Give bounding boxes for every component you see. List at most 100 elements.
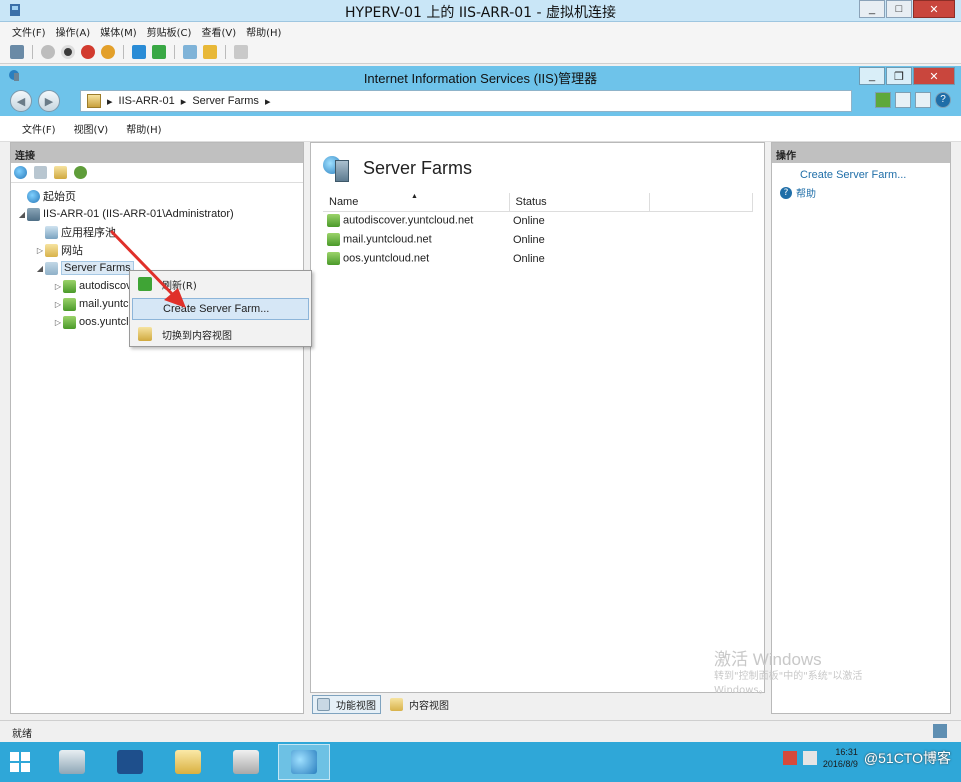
revert-icon[interactable] (203, 44, 217, 59)
address-segment-server[interactable]: IIS-ARR-01 (119, 95, 175, 107)
tree-item-label: 应用程序池 (61, 227, 116, 239)
table-cell-status: Online (513, 233, 545, 246)
settings-icon (233, 750, 259, 774)
toolbar-separator (123, 44, 124, 59)
iis-restore-button[interactable]: ❐ (886, 67, 912, 85)
cut-icon[interactable] (895, 92, 911, 108)
address-separator: ▸ (264, 95, 271, 108)
vm-menu-help[interactable]: 帮助(H) (246, 24, 281, 39)
context-menu-refresh[interactable]: 刷新(R) (132, 273, 309, 295)
create-connection-icon[interactable] (14, 166, 27, 179)
table-cell-status: Online (513, 252, 545, 265)
vm-restore-button[interactable]: □ (886, 0, 912, 18)
vm-menu-media[interactable]: 媒体(M) (100, 24, 136, 39)
connections-header: 连接 (11, 143, 303, 163)
context-menu-switch-content-view[interactable]: 切换到内容视图 (132, 323, 309, 345)
ctrl-alt-del-icon[interactable] (10, 44, 24, 59)
vm-menu-file[interactable]: 文件(F) (12, 24, 46, 39)
table-cell-empty (649, 211, 753, 230)
create-server-farm-action[interactable]: Create Server Farm... (772, 163, 950, 181)
table-header-row: Name Status (323, 193, 753, 212)
address-segment-server-farms[interactable]: Server Farms (192, 95, 259, 107)
context-menu-label: Create Server Farm... (163, 303, 270, 315)
server-farms-table: Name Status autodiscover.yuntcloud.net O… (323, 193, 753, 268)
refresh-nav-icon[interactable] (915, 92, 931, 108)
resume-icon[interactable] (152, 44, 166, 59)
vm-menu-view[interactable]: 查看(V) (201, 24, 236, 39)
tray-clock[interactable]: 16:31 2016/8/9 (823, 746, 858, 770)
farm-icon (327, 233, 340, 246)
vm-menu-action[interactable]: 操作(A) (56, 24, 91, 39)
enhanced-session-icon[interactable] (234, 44, 248, 59)
tab-features-view[interactable]: 功能视图 (312, 694, 381, 714)
back-button[interactable]: ◀ (10, 90, 32, 112)
shutdown-icon[interactable] (81, 44, 95, 59)
iis-window-title: Internet Information Services (IIS)管理器 (363, 71, 598, 86)
save-state-icon[interactable] (101, 44, 115, 59)
help-nav-icon[interactable]: ? (935, 92, 951, 108)
status-bar: 就绪 (0, 720, 961, 742)
clock-date: 2016/8/9 (822, 759, 858, 769)
iis-menu-view[interactable]: 视图(V) (74, 121, 109, 136)
expand-arrow-icon[interactable]: ▷ (53, 282, 63, 291)
tree-item-app-pools[interactable]: 应用程序池 (11, 223, 303, 241)
taskbar-iis-manager[interactable] (278, 744, 330, 780)
context-menu-label: 刷新(R) (162, 280, 197, 292)
table-row[interactable]: oos.yuntcloud.net Online (323, 249, 753, 268)
iis-minimize-button[interactable]: _ (859, 67, 885, 85)
taskbar-settings[interactable] (220, 744, 272, 780)
vm-menu-clipboard[interactable]: 剪贴板(C) (147, 24, 192, 39)
farm-name: oos.yuntcloud.net (343, 252, 430, 265)
column-header-status[interactable]: Status (509, 193, 650, 212)
tree-item-label: IIS-ARR-01 (IIS-ARR-01\Administrator) (43, 208, 234, 220)
connect-icon[interactable] (875, 92, 891, 108)
table-row[interactable]: autodiscover.yuntcloud.net Online (323, 211, 753, 230)
start-button[interactable] (0, 742, 40, 782)
up-level-icon[interactable] (54, 166, 67, 179)
taskbar-powershell[interactable] (104, 744, 156, 780)
system-tray: 16:31 2016/8/9 @51CTO博客 (782, 746, 951, 770)
page-title: Server Farms (363, 157, 473, 178)
tab-label: 功能视图 (336, 700, 376, 712)
start-vm-icon[interactable] (41, 44, 55, 59)
vm-minimize-button[interactable]: _ (859, 0, 885, 18)
help-label: 帮助 (796, 189, 816, 200)
iis-menu-file[interactable]: 文件(F) (22, 121, 56, 136)
vm-window-title: HYPERV-01 上的 IIS-ARR-01 - 虚拟机连接 (344, 5, 617, 21)
expand-arrow-icon[interactable]: ▷ (53, 318, 63, 327)
vm-close-button[interactable]: ✕ (913, 0, 955, 18)
taskbar-file-explorer[interactable] (162, 744, 214, 780)
network-icon[interactable] (802, 751, 817, 765)
collapse-arrow-icon[interactable]: ◢ (17, 210, 27, 219)
turn-off-icon[interactable] (61, 44, 75, 59)
address-box[interactable]: ▸ IIS-ARR-01 ▸ Server Farms ▸ (80, 90, 852, 112)
save-connections-icon[interactable] (34, 166, 47, 179)
flag-icon[interactable] (782, 751, 797, 765)
table-row[interactable]: mail.yuntcloud.net Online (323, 230, 753, 249)
pause-icon[interactable] (132, 44, 146, 59)
taskbar-server-manager[interactable] (46, 744, 98, 780)
status-text: 就绪 (12, 729, 32, 740)
help-action[interactable]: ? 帮助 (772, 181, 950, 200)
address-root-icon (87, 94, 101, 108)
watermark-title: 激活 Windows (714, 650, 822, 669)
network-status-icon (933, 724, 947, 738)
tab-content-view[interactable]: 内容视图 (385, 695, 454, 714)
forward-button[interactable]: ▶ (38, 90, 60, 112)
watermark-credit: @51CTO博客 (863, 750, 951, 766)
refresh-icon (138, 277, 152, 291)
tree-item-sites[interactable]: ▷ 网站 (11, 241, 303, 259)
context-menu: 刷新(R) Create Server Farm... 切换到内容视图 (129, 270, 312, 347)
checkpoint-icon[interactable] (183, 44, 197, 59)
iis-close-button[interactable]: ✕ (913, 67, 955, 85)
context-menu-create-server-farm[interactable]: Create Server Farm... (132, 298, 309, 320)
server-farms-icon (45, 261, 58, 275)
iis-menu-help[interactable]: 帮助(H) (126, 121, 161, 136)
collapse-arrow-icon[interactable]: ◢ (35, 264, 45, 273)
delete-connection-icon[interactable] (74, 166, 87, 179)
expand-arrow-icon[interactable]: ▷ (53, 300, 63, 309)
tree-item-start-page[interactable]: 起始页 (11, 187, 303, 205)
tree-item-server[interactable]: ◢ IIS-ARR-01 (IIS-ARR-01\Administrator) (11, 205, 303, 223)
view-tabs: 功能视图 内容视图 (310, 694, 765, 714)
expand-arrow-icon[interactable]: ▷ (35, 246, 45, 255)
